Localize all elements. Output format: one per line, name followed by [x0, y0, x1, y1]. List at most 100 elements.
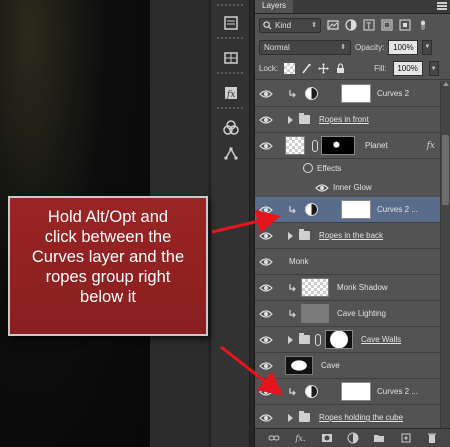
group-mask-thumbnail[interactable] [325, 330, 353, 349]
layer-row[interactable]: Curves 2 [255, 81, 441, 107]
layer-row[interactable]: Cave [255, 353, 441, 379]
scrollbar-thumb[interactable] [442, 135, 449, 205]
visibility-eye-icon[interactable] [259, 387, 273, 397]
layer-thumbnail[interactable] [301, 278, 329, 297]
layer-thumbnail[interactable] [285, 356, 313, 375]
blend-mode-value: Normal [264, 42, 290, 52]
channels-panel-icon[interactable] [211, 115, 251, 140]
visibility-eye-icon[interactable] [259, 257, 273, 267]
layer-row[interactable]: Monk [255, 249, 441, 275]
layer-row[interactable]: Ropes in the back [255, 223, 441, 249]
callout-line: Curves layer and the [31, 248, 185, 266]
layer-row[interactable]: Ropes holding the cube [255, 405, 441, 428]
new-adjustment-layer-icon[interactable] [346, 432, 360, 445]
visibility-eye-icon[interactable] [259, 231, 273, 241]
filter-pixel-icon[interactable] [326, 19, 339, 32]
layer-row[interactable]: Ropes in front [255, 107, 441, 133]
layer-effects-icon[interactable]: fx [427, 141, 435, 151]
fill-dropdown-icon[interactable]: ▼ [428, 61, 439, 76]
panel-tabbar: Layers [255, 0, 450, 14]
layer-thumbnail[interactable] [285, 136, 305, 155]
visibility-eye-icon[interactable] [259, 89, 273, 99]
layer-list-scrollbar[interactable] [440, 81, 450, 428]
panel-menu-icon[interactable] [437, 2, 447, 10]
filter-adjustment-icon[interactable] [344, 19, 357, 32]
history-panel-icon[interactable] [211, 10, 251, 35]
layer-row[interactable]: Planet fx [255, 133, 441, 159]
curves-adjustment-icon [305, 203, 318, 216]
filter-kind-dropdown[interactable]: Kind ⬍ [259, 17, 321, 33]
add-mask-icon[interactable] [320, 432, 334, 445]
filter-row: Kind ⬍ T [255, 14, 450, 36]
layer-mask-thumbnail[interactable] [341, 382, 371, 401]
layer-name: Ropes holding the cube [319, 413, 404, 422]
folder-icon [299, 411, 310, 422]
visibility-eye-icon[interactable] [259, 205, 273, 215]
layer-row[interactable]: Curves 2 ... [255, 379, 441, 405]
layer-row[interactable]: Inner Glow [255, 178, 441, 197]
scroll-up-icon[interactable] [443, 82, 449, 86]
folder-icon [299, 333, 310, 344]
tab-layers[interactable]: Layers [255, 0, 294, 13]
delete-layer-icon[interactable] [425, 432, 439, 445]
layer-row[interactable]: Effects [255, 159, 441, 178]
layer-name: Cave [321, 361, 340, 370]
layer-list: Curves 2 Ropes in front Planet fx Effects Inn… [255, 81, 441, 428]
lock-transparent-icon[interactable] [284, 63, 296, 74]
layer-name: Effects [317, 164, 342, 173]
layer-name: Cave Lighting [337, 309, 386, 318]
visibility-eye-icon[interactable] [259, 335, 273, 345]
mask-link-icon[interactable] [315, 334, 321, 346]
lock-pixels-icon[interactable] [301, 63, 312, 74]
group-expand-icon[interactable] [288, 414, 293, 422]
layer-row[interactable]: Cave Walls [255, 327, 441, 353]
blend-mode-dropdown[interactable]: Normal ⬍ [259, 39, 351, 55]
visibility-eye-icon[interactable] [259, 115, 273, 125]
filter-type-icon[interactable]: T [362, 19, 375, 32]
new-group-icon[interactable] [372, 432, 386, 445]
new-layer-icon[interactable] [399, 432, 413, 445]
visibility-eye-icon[interactable] [259, 283, 273, 293]
clipping-arrow-icon [288, 89, 297, 99]
layer-row[interactable]: Cave Lighting [255, 301, 441, 327]
group-expand-icon[interactable] [288, 232, 293, 240]
layer-name: Cave Walls [361, 335, 402, 344]
search-icon [263, 20, 272, 30]
visibility-eye-icon[interactable] [315, 183, 329, 193]
layers-bottom-bar: fx. [255, 428, 450, 447]
lock-position-icon[interactable] [318, 63, 330, 74]
layer-row[interactable]: Curves 2 ... [255, 197, 441, 223]
group-expand-icon[interactable] [288, 116, 293, 124]
link-layers-icon[interactable] [267, 432, 281, 445]
mask-link-icon[interactable] [312, 140, 318, 152]
opacity-field[interactable]: 100% [388, 39, 419, 55]
folder-icon [299, 229, 310, 240]
layer-row[interactable]: Monk Shadow [255, 275, 441, 301]
dock-separator [217, 107, 243, 113]
fill-field[interactable]: 100% [392, 61, 423, 76]
adjustments-panel-icon[interactable]: fx [211, 80, 251, 105]
paths-panel-icon[interactable] [211, 140, 251, 165]
visibility-eye-icon[interactable] [259, 361, 273, 371]
visibility-eye-icon[interactable] [259, 413, 273, 423]
layer-mask-thumbnail[interactable] [341, 84, 371, 103]
swatches-panel-icon[interactable] [211, 45, 251, 70]
layers-panel: Layers Kind ⬍ T Normal ⬍ Opacity: 100% ▼… [254, 0, 450, 447]
opacity-dropdown-icon[interactable]: ▼ [422, 39, 433, 55]
filter-shape-icon[interactable] [380, 19, 393, 32]
layer-thumbnail[interactable] [301, 304, 329, 323]
lock-all-icon[interactable] [335, 63, 346, 74]
svg-text:fx: fx [226, 90, 235, 100]
visibility-eye-icon[interactable] [259, 309, 273, 319]
filter-smart-object-icon[interactable] [398, 19, 411, 32]
add-layer-style-button[interactable]: fx. [293, 432, 307, 445]
clipping-arrow-icon [288, 387, 297, 397]
visibility-eye-icon[interactable] [259, 141, 273, 151]
layer-name: Ropes in front [319, 115, 369, 124]
filter-toggle-icon[interactable] [416, 19, 429, 32]
layer-name: Planet [365, 141, 388, 150]
layer-mask-thumbnail[interactable] [341, 200, 371, 219]
group-expand-icon[interactable] [288, 336, 293, 344]
layer-mask-thumbnail[interactable] [321, 136, 355, 155]
dock-separator [217, 72, 243, 78]
